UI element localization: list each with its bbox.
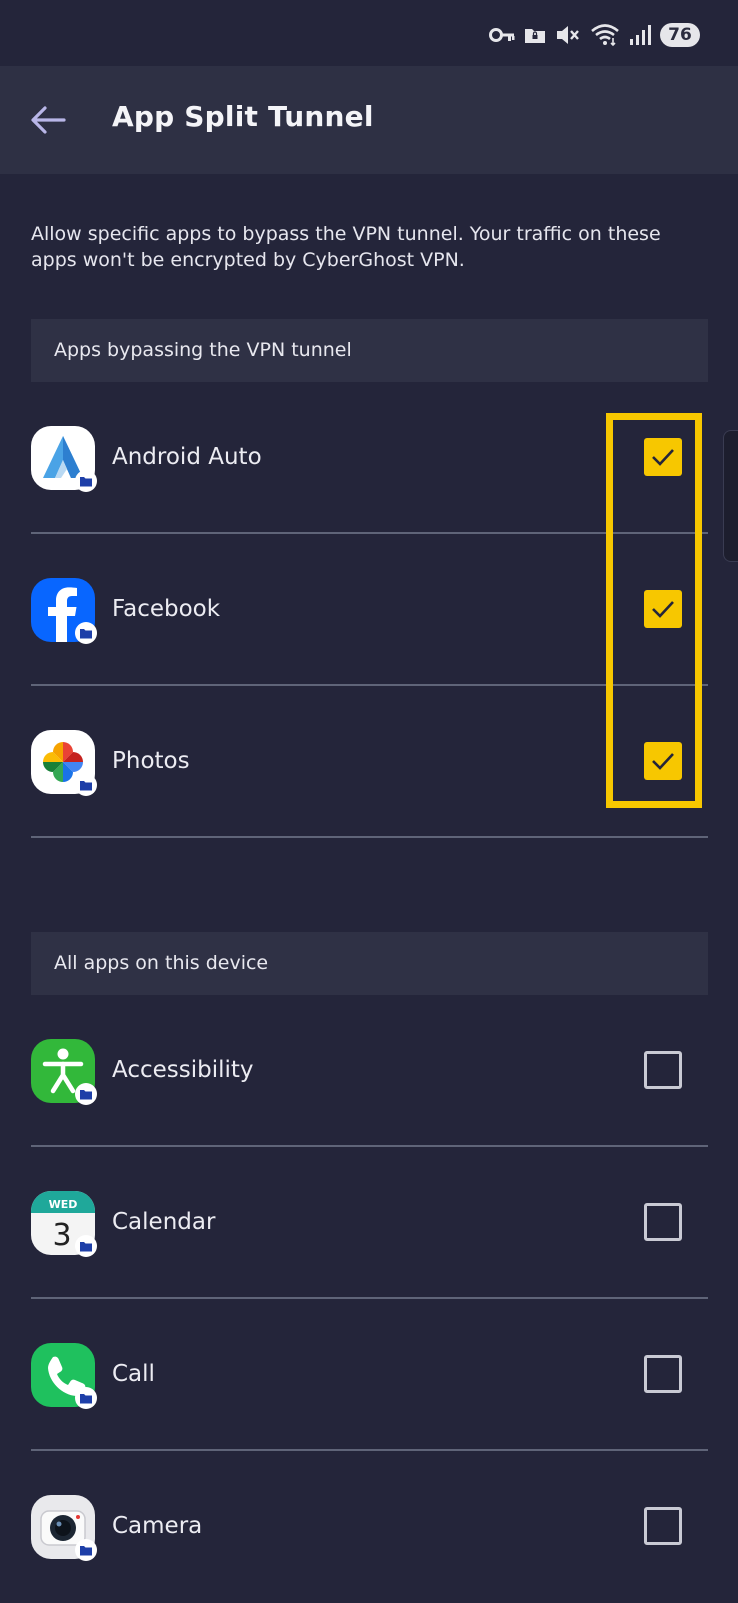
work-badge-icon bbox=[75, 1539, 97, 1561]
status-bar: 76 bbox=[0, 0, 738, 66]
work-badge-icon bbox=[75, 774, 97, 796]
work-badge-icon bbox=[75, 1387, 97, 1409]
app-checkbox-calendar[interactable] bbox=[644, 1203, 682, 1241]
calendar-day-label: WED bbox=[49, 1198, 78, 1211]
vpn-key-icon bbox=[489, 28, 515, 42]
edge-panel-handle[interactable] bbox=[723, 430, 738, 562]
app-row-facebook[interactable]: Facebook bbox=[31, 534, 708, 686]
work-badge-icon bbox=[75, 1235, 97, 1257]
app-checkbox-call[interactable] bbox=[644, 1355, 682, 1393]
app-name: Accessibility bbox=[112, 1057, 254, 1083]
app-checkbox-facebook[interactable] bbox=[644, 590, 682, 628]
status-icons: 76 bbox=[489, 21, 700, 49]
app-name: Android Auto bbox=[112, 444, 262, 470]
camera-icon bbox=[31, 1495, 97, 1561]
battery-indicator: 76 bbox=[660, 23, 700, 47]
folder-lock-icon bbox=[525, 29, 545, 43]
app-row-calendar[interactable]: WED 3 Calendar bbox=[31, 1147, 708, 1299]
description-text: Allow specific apps to bypass the VPN tu… bbox=[31, 223, 661, 271]
signal-icon bbox=[630, 25, 651, 45]
app-row-android-auto[interactable]: Android Auto bbox=[31, 382, 708, 534]
app-checkbox-photos[interactable] bbox=[644, 742, 682, 780]
app-name: Facebook bbox=[112, 596, 221, 622]
photos-icon bbox=[31, 730, 97, 796]
app-name: Calendar bbox=[112, 1209, 216, 1235]
back-button[interactable] bbox=[26, 98, 70, 142]
wifi-icon bbox=[591, 24, 619, 47]
section-header-label: All apps on this device bbox=[54, 952, 269, 974]
app-bar: App Split Tunnel bbox=[0, 66, 738, 174]
app-row-photos[interactable]: Photos bbox=[31, 686, 708, 838]
app-checkbox-camera[interactable] bbox=[644, 1507, 682, 1545]
app-row-accessibility[interactable]: Accessibility bbox=[31, 995, 708, 1147]
page-title: App Split Tunnel bbox=[112, 100, 374, 133]
section-header-all-apps: All apps on this device bbox=[31, 932, 708, 995]
section-header-label: Apps bypassing the VPN tunnel bbox=[54, 339, 352, 361]
checkmark-icon bbox=[652, 449, 674, 466]
work-badge-icon bbox=[75, 622, 97, 644]
app-name: Call bbox=[112, 1361, 155, 1387]
android-auto-icon bbox=[31, 426, 97, 492]
app-name: Photos bbox=[112, 748, 190, 774]
calendar-date-label: 3 bbox=[52, 1218, 71, 1253]
app-checkbox-android-auto[interactable] bbox=[644, 438, 682, 476]
app-row-camera[interactable]: Camera bbox=[31, 1451, 708, 1603]
calendar-icon: WED 3 bbox=[31, 1191, 97, 1257]
app-row-call[interactable]: Call bbox=[31, 1299, 708, 1451]
facebook-icon bbox=[31, 578, 97, 644]
mute-icon bbox=[557, 26, 579, 44]
back-arrow-icon bbox=[31, 106, 66, 134]
checkmark-icon bbox=[652, 753, 674, 770]
work-badge-icon bbox=[75, 470, 97, 492]
app-name: Camera bbox=[112, 1513, 203, 1539]
section-header-bypassing: Apps bypassing the VPN tunnel bbox=[31, 319, 708, 382]
call-icon bbox=[31, 1343, 97, 1409]
checkmark-icon bbox=[652, 601, 674, 618]
accessibility-icon bbox=[31, 1039, 97, 1105]
app-checkbox-accessibility[interactable] bbox=[644, 1051, 682, 1089]
work-badge-icon bbox=[75, 1083, 97, 1105]
